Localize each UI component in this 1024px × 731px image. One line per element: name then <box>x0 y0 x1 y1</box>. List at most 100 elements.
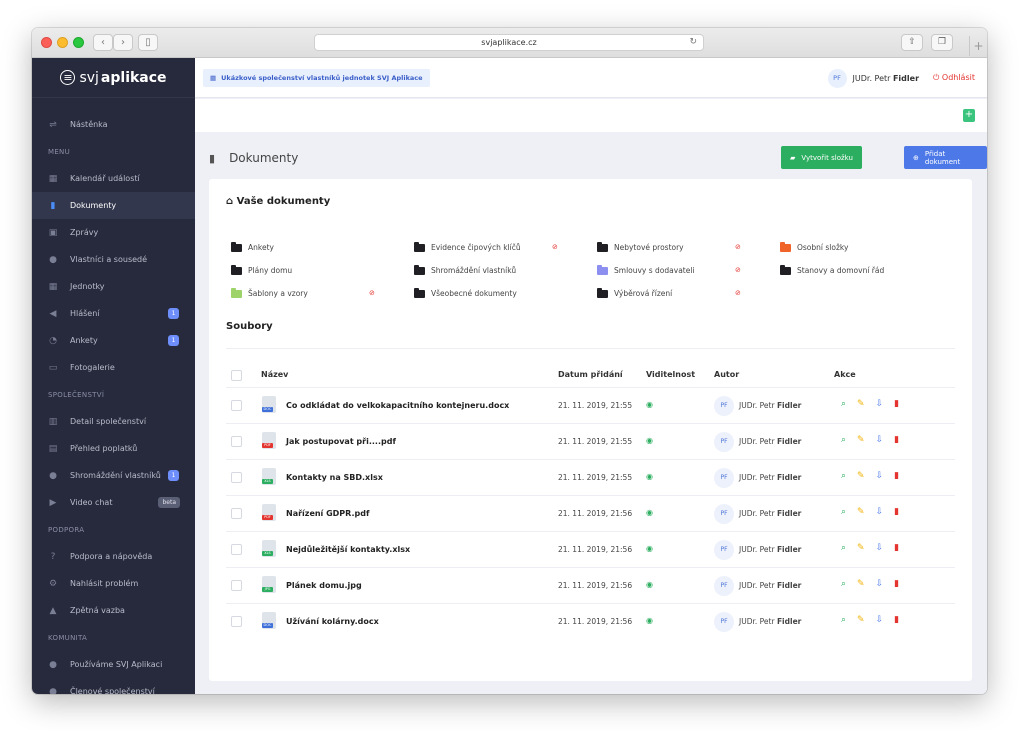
search-icon[interactable]: ⌕ <box>841 543 846 553</box>
eye-icon[interactable]: ◉ <box>646 436 653 445</box>
close-window-button[interactable] <box>41 37 52 48</box>
sidebar-item-image[interactable]: ▭ Fotogalerie <box>32 354 195 381</box>
edit-icon[interactable]: ✎ <box>857 579 865 589</box>
search-icon[interactable]: ⌕ <box>841 507 846 517</box>
eye-icon[interactable]: ◉ <box>646 508 653 517</box>
edit-icon[interactable]: ✎ <box>857 435 865 445</box>
forward-button[interactable]: › <box>113 34 133 51</box>
sidebar-item-chart[interactable]: ◔ Ankety 1 <box>32 327 195 354</box>
table-row[interactable]: XLS Kontakty na SBD.xlsx 21. 11. 2019, 21:… <box>226 459 955 495</box>
file-name[interactable]: Užívání kolárny.docx <box>286 617 379 626</box>
edit-icon[interactable]: ✎ <box>857 507 865 517</box>
row-checkbox[interactable] <box>231 616 242 627</box>
folder-item[interactable]: Nebytové prostory <box>597 241 684 253</box>
row-checkbox[interactable] <box>231 436 242 447</box>
row-checkbox[interactable] <box>231 544 242 555</box>
header-name[interactable]: Název <box>261 370 288 379</box>
download-icon[interactable]: ⇩ <box>876 507 884 517</box>
header-author[interactable]: Autor <box>714 370 739 379</box>
table-row[interactable]: DOC Co odkládat do velkokapacitního konte… <box>226 387 955 423</box>
trash-icon[interactable]: ▮ <box>894 507 899 517</box>
logo[interactable]: ≡ svj aplikace <box>32 58 195 98</box>
sidebar-item-thumbs-up[interactable]: ▲ Zpětná vazba <box>32 597 195 624</box>
search-icon[interactable]: ⌕ <box>841 471 846 481</box>
eye-icon[interactable]: ◉ <box>646 544 653 553</box>
folder-item[interactable]: Osobní složky <box>780 241 848 253</box>
edit-icon[interactable]: ✎ <box>857 471 865 481</box>
zoom-window-button[interactable] <box>73 37 84 48</box>
table-row[interactable]: PDF Nařízení GDPR.pdf 21. 11. 2019, 21:56 ◉… <box>226 495 955 531</box>
eye-icon[interactable]: ◉ <box>646 400 653 409</box>
eye-icon[interactable]: ◉ <box>646 616 653 625</box>
search-icon[interactable]: ⌕ <box>841 615 846 625</box>
address-bar[interactable]: svjaplikace.cz ↻ <box>314 34 704 51</box>
sidebar-item-dashboard[interactable]: ⇌ Nástěnka <box>32 111 195 138</box>
file-name[interactable]: Nejdůležitější kontakty.xlsx <box>286 545 410 554</box>
sidebar-item-question[interactable]: ? Podpora a nápověda <box>32 543 195 570</box>
folder-item[interactable]: Evidence čipových klíčů <box>414 241 521 253</box>
sidebar-toggle-button[interactable]: ▯ <box>138 34 158 51</box>
search-icon[interactable]: ⌕ <box>841 579 846 589</box>
download-icon[interactable]: ⇩ <box>876 543 884 553</box>
trash-icon[interactable]: ▮ <box>894 579 899 589</box>
trash-icon[interactable]: ▮ <box>894 471 899 481</box>
row-checkbox[interactable] <box>231 508 242 519</box>
sidebar-item-message[interactable]: ▣ Zprávy <box>32 219 195 246</box>
create-folder-button[interactable]: ▰ Vytvořit složku <box>781 146 862 169</box>
sidebar-item-document[interactable]: ▮ Dokumenty <box>32 192 195 219</box>
folder-item[interactable]: Stanovy a domovní řád <box>780 264 884 276</box>
table-row[interactable]: DOC Užívání kolárny.docx 21. 11. 2019, 21:… <box>226 603 955 639</box>
file-name[interactable]: Kontakty na SBD.xlsx <box>286 473 383 482</box>
header-date[interactable]: Datum přidání <box>558 370 623 379</box>
trash-icon[interactable]: ▮ <box>894 435 899 445</box>
folder-item[interactable]: Ankety <box>231 241 274 253</box>
sidebar-item-megaphone[interactable]: ◀ Hlášení 1 <box>32 300 195 327</box>
download-icon[interactable]: ⇩ <box>876 579 884 589</box>
select-all-checkbox[interactable] <box>231 370 242 381</box>
logout-button[interactable]: ⏻ Odhlásit <box>933 73 975 83</box>
add-widget-button[interactable]: + <box>963 109 975 122</box>
download-icon[interactable]: ⇩ <box>876 435 884 445</box>
folder-item[interactable]: Šablony a vzory <box>231 287 308 299</box>
table-row[interactable]: JPG Plánek domu.jpg 21. 11. 2019, 21:56 ◉ PF… <box>226 567 955 603</box>
eye-icon[interactable]: ◉ <box>646 580 653 589</box>
file-name[interactable]: Co odkládat do velkokapacitního kontejne… <box>286 401 509 410</box>
download-icon[interactable]: ⇩ <box>876 615 884 625</box>
association-badge[interactable]: ▦ Ukázkové společenství vlastníků jednote… <box>203 69 430 87</box>
sidebar-item-calendar[interactable]: ▦ Kalendář událostí <box>32 165 195 192</box>
minimize-window-button[interactable] <box>57 37 68 48</box>
new-tab-button[interactable]: + <box>969 36 987 56</box>
row-checkbox[interactable] <box>231 580 242 591</box>
folder-item[interactable]: Shromáždění vlastníků <box>414 264 516 276</box>
reload-icon[interactable]: ↻ <box>689 35 697 50</box>
edit-icon[interactable]: ✎ <box>857 543 865 553</box>
eye-icon[interactable]: ◉ <box>646 472 653 481</box>
download-icon[interactable]: ⇩ <box>876 471 884 481</box>
row-checkbox[interactable] <box>231 400 242 411</box>
edit-icon[interactable]: ✎ <box>857 615 865 625</box>
tabs-overview-icon[interactable]: ❐ <box>931 34 953 51</box>
trash-icon[interactable]: ▮ <box>894 543 899 553</box>
table-row[interactable]: XLS Nejdůležitější kontakty.xlsx 21. 11. 2… <box>226 531 955 567</box>
trash-icon[interactable]: ▮ <box>894 615 899 625</box>
sidebar-item-chat[interactable]: ● Používáme SVJ Aplikaci <box>32 651 195 678</box>
header-visibility[interactable]: Viditelnost <box>646 370 695 379</box>
trash-icon[interactable]: ▮ <box>894 399 899 409</box>
search-icon[interactable]: ⌕ <box>841 435 846 445</box>
back-button[interactable]: ‹ <box>93 34 113 51</box>
sidebar-item-building[interactable]: ▥ Detail společenství <box>32 408 195 435</box>
add-document-button[interactable]: ⊕ Přidat dokument <box>904 146 987 169</box>
edit-icon[interactable]: ✎ <box>857 399 865 409</box>
file-name[interactable]: Nařízení GDPR.pdf <box>286 509 369 518</box>
sidebar-item-money[interactable]: ▤ Přehled poplatků <box>32 435 195 462</box>
folder-item[interactable]: Všeobecné dokumenty <box>414 287 517 299</box>
file-name[interactable]: Plánek domu.jpg <box>286 581 362 590</box>
folder-item[interactable]: Plány domu <box>231 264 292 276</box>
sidebar-item-video[interactable]: ▶ Video chat beta <box>32 489 195 516</box>
download-icon[interactable]: ⇩ <box>876 399 884 409</box>
sidebar-item-users[interactable]: ● Vlastníci a sousedé <box>32 246 195 273</box>
sidebar-item-members[interactable]: ● Členové společenství <box>32 678 195 695</box>
user-name[interactable]: JUDr. Petr Fidler <box>853 74 920 83</box>
search-icon[interactable]: ⌕ <box>841 399 846 409</box>
sidebar-item-meeting[interactable]: ● Shromáždění vlastníků 1 <box>32 462 195 489</box>
